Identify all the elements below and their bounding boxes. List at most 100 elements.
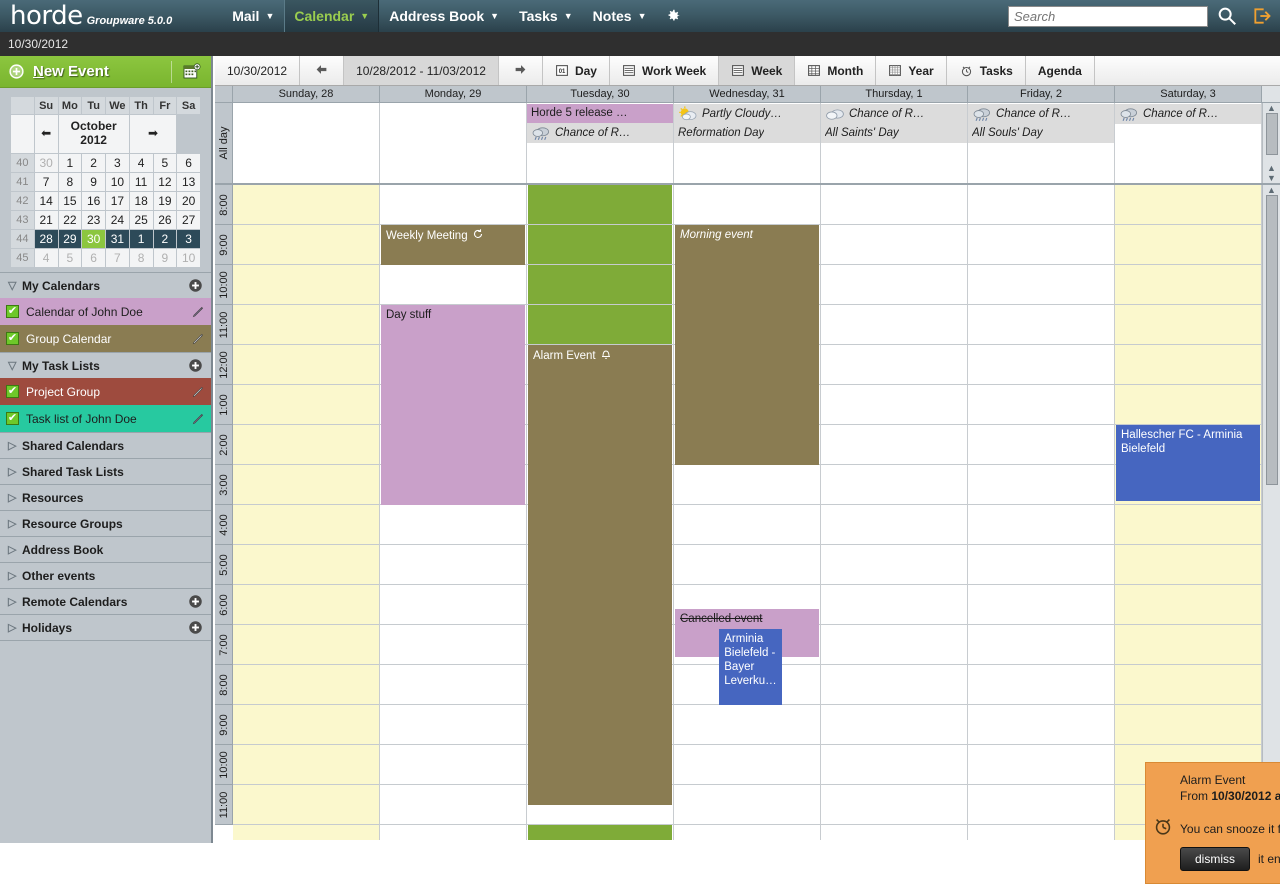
- minical-day[interactable]: 16: [82, 192, 106, 211]
- minical-day[interactable]: 5: [153, 154, 177, 173]
- edit-pencil-icon[interactable]: [191, 305, 205, 319]
- view-tab-week[interactable]: Week: [719, 56, 795, 85]
- sidebar-group-remote-calendars[interactable]: ▷Remote Calendars: [0, 589, 211, 614]
- event-morning-event[interactable]: Morning event: [675, 225, 819, 465]
- minical-week-number[interactable]: 45: [11, 249, 35, 268]
- minical-day[interactable]: 18: [129, 192, 153, 211]
- sidebar-group-other-events[interactable]: ▷Other events: [0, 563, 211, 588]
- sidebar-group-my-task-lists[interactable]: ▽My Task Lists: [0, 353, 211, 378]
- minical-day[interactable]: 9: [82, 173, 106, 192]
- new-event-button[interactable]: New Event: [0, 56, 211, 88]
- sidebar-group-shared-task-lists[interactable]: ▷Shared Task Lists: [0, 459, 211, 484]
- view-tab-agenda[interactable]: Agenda: [1026, 56, 1095, 85]
- minical-day[interactable]: 20: [177, 192, 201, 211]
- scroll-up-arrow-icon[interactable]: ▲: [1267, 103, 1276, 113]
- allday-column[interactable]: [233, 103, 380, 183]
- edit-pencil-icon[interactable]: [191, 412, 205, 426]
- minical-day[interactable]: 19: [153, 192, 177, 211]
- day-column[interactable]: [821, 185, 968, 840]
- minical-day[interactable]: 30: [34, 154, 58, 173]
- minical-day[interactable]: 14: [34, 192, 58, 211]
- alarm-notification[interactable]: Alarm Event From 10/30/2012 at 12:10pm t…: [1145, 762, 1280, 884]
- minical-day[interactable]: 11: [129, 173, 153, 192]
- previous-week-button[interactable]: [300, 56, 344, 85]
- add-my-calendars-icon[interactable]: [188, 278, 203, 293]
- allday-event[interactable]: All Saints' Day: [821, 124, 967, 143]
- minical-day[interactable]: 2: [82, 154, 106, 173]
- minical-day[interactable]: 8: [129, 249, 153, 268]
- minical-day[interactable]: 13: [177, 173, 201, 192]
- minical-day[interactable]: 5: [58, 249, 82, 268]
- minical-day[interactable]: 21: [34, 211, 58, 230]
- minical-week-number[interactable]: 41: [11, 173, 35, 192]
- allday-event[interactable]: Horde 5 release …: [527, 104, 673, 123]
- allday-column[interactable]: Chance of R…All Saints' Day: [821, 103, 968, 183]
- allday-column[interactable]: [380, 103, 527, 183]
- add-holidays-icon[interactable]: [188, 620, 203, 635]
- scroll-up-arrow-icon[interactable]: ▲: [1267, 185, 1276, 195]
- sidebar-group-my-calendars[interactable]: ▽My Calendars: [0, 273, 211, 298]
- search-input[interactable]: [1008, 6, 1208, 27]
- scroll-up-arrow-icon-2[interactable]: ▲: [1267, 163, 1276, 173]
- day-column[interactable]: Weekly Meeting Day stuff: [380, 185, 527, 840]
- sidebar-group-address-book[interactable]: ▷Address Book: [0, 537, 211, 562]
- day-header-wednesday[interactable]: Wednesday, 31: [674, 86, 821, 102]
- minical-day[interactable]: 1: [129, 230, 153, 249]
- minical-week-number[interactable]: 42: [11, 192, 35, 211]
- minical-day[interactable]: 17: [106, 192, 130, 211]
- view-tab-day[interactable]: 01 Day: [543, 56, 610, 85]
- nav-item-mail[interactable]: Mail ▼: [222, 0, 284, 32]
- date-range-label[interactable]: 10/28/2012 - 11/03/2012: [344, 56, 499, 85]
- view-tab-month[interactable]: Month: [795, 56, 876, 85]
- minical-day[interactable]: 15: [58, 192, 82, 211]
- sidebar-item[interactable]: ✔Project Group: [0, 378, 211, 405]
- nav-item-tasks[interactable]: Tasks ▼: [509, 0, 583, 32]
- minical-week-number[interactable]: 40: [11, 154, 35, 173]
- allday-event[interactable]: Chance of R…: [968, 104, 1114, 124]
- sidebar-group-resources[interactable]: ▷Resources: [0, 485, 211, 510]
- sidebar-group-holidays[interactable]: ▷Holidays: [0, 615, 211, 640]
- allday-column[interactable]: Chance of R…All Souls' Day: [968, 103, 1115, 183]
- view-tab-tasks[interactable]: Tasks: [947, 56, 1026, 85]
- allday-event[interactable]: Partly Cloudy…: [674, 104, 820, 124]
- event-arminia-bayer-match[interactable]: Arminia Bielefeld - Bayer Leverku…: [719, 629, 782, 705]
- allday-column[interactable]: Partly Cloudy…Reformation Day: [674, 103, 821, 183]
- minical-day[interactable]: 12: [153, 173, 177, 192]
- view-tab-year[interactable]: Year: [876, 56, 946, 85]
- event-weekly-meeting[interactable]: Weekly Meeting: [381, 225, 525, 265]
- search-icon[interactable]: [1216, 5, 1238, 27]
- minical-day[interactable]: 8: [58, 173, 82, 192]
- minical-day[interactable]: 29: [58, 230, 82, 249]
- minical-day[interactable]: 3: [106, 154, 130, 173]
- dismiss-button[interactable]: dismiss: [1180, 847, 1250, 871]
- day-header-sunday[interactable]: Sunday, 28: [233, 86, 380, 102]
- day-column[interactable]: [233, 185, 380, 840]
- checkbox-checked-icon[interactable]: ✔: [6, 412, 19, 425]
- edit-pencil-icon[interactable]: [191, 385, 205, 399]
- day-header-thursday[interactable]: Thursday, 1: [821, 86, 968, 102]
- nav-item-address-book[interactable]: Address Book ▼: [379, 0, 509, 32]
- minical-next-button[interactable]: ➡: [129, 115, 177, 154]
- minical-day[interactable]: 27: [177, 211, 201, 230]
- sidebar-item[interactable]: ✔Calendar of John Doe: [0, 298, 211, 325]
- minical-day[interactable]: 26: [153, 211, 177, 230]
- scrollbar-thumb[interactable]: [1266, 195, 1278, 485]
- checkbox-checked-icon[interactable]: ✔: [6, 332, 19, 345]
- minical-day[interactable]: 24: [106, 211, 130, 230]
- allday-column[interactable]: Horde 5 release …Chance of R…: [527, 103, 674, 183]
- minical-day[interactable]: 25: [129, 211, 153, 230]
- next-week-button[interactable]: [499, 56, 543, 85]
- event-day-stuff[interactable]: Day stuff: [381, 305, 525, 505]
- minical-day[interactable]: 4: [34, 249, 58, 268]
- minical-day[interactable]: 10: [106, 173, 130, 192]
- event-hallescher-arminia-match[interactable]: Hallescher FC - Arminia Bielefeld: [1116, 425, 1260, 501]
- allday-event[interactable]: Reformation Day: [674, 124, 820, 143]
- day-column[interactable]: Alarm Event: [527, 185, 674, 840]
- checkbox-checked-icon[interactable]: ✔: [6, 385, 19, 398]
- allday-scrollbar[interactable]: ▲ ▲ ▼: [1262, 103, 1280, 183]
- sidebar-item[interactable]: ✔Group Calendar: [0, 325, 211, 352]
- nav-item-calendar[interactable]: Calendar ▼: [284, 0, 379, 32]
- grid-scrollbar[interactable]: ▲: [1262, 185, 1280, 840]
- allday-event[interactable]: Chance of R…: [1115, 104, 1261, 124]
- day-column[interactable]: Hallescher FC - Arminia Bielefeld: [1115, 185, 1262, 840]
